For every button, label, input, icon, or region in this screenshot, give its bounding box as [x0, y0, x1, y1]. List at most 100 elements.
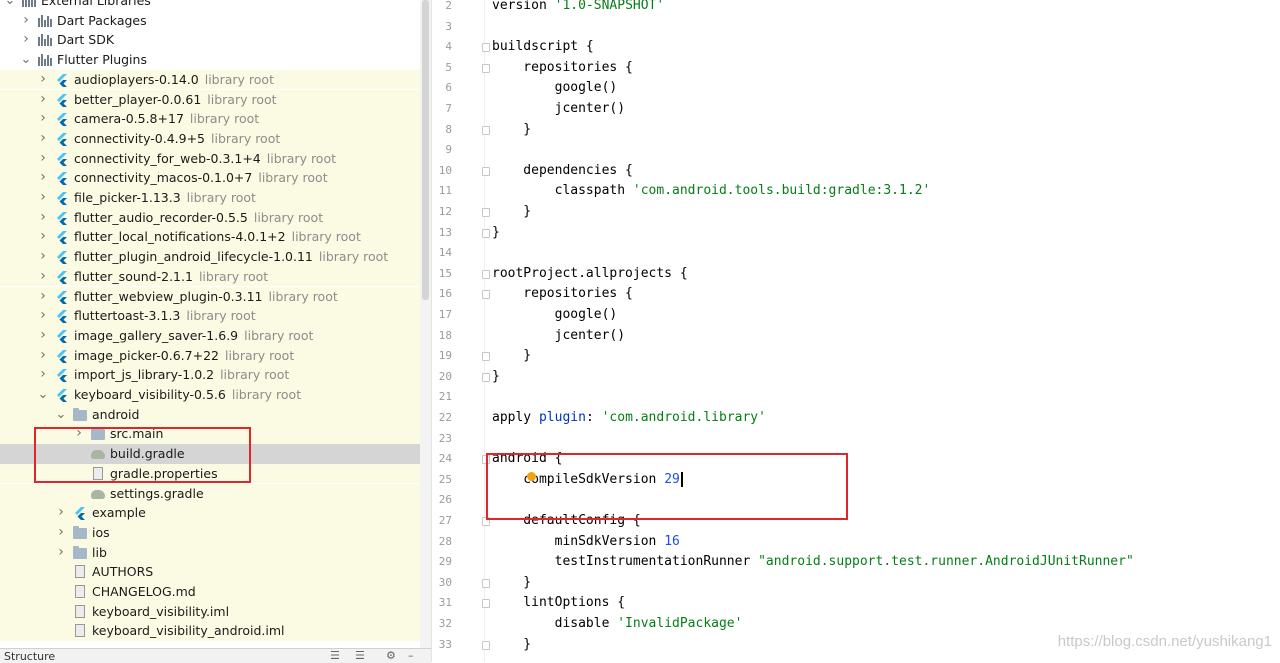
tree-item-external-libraries[interactable]: ⌄ External Libraries	[0, 0, 420, 11]
code-line[interactable]: buildscript {	[492, 37, 594, 58]
chevron-right-icon[interactable]: ›	[37, 346, 49, 366]
tree-item-keyboard-visibility-android-iml[interactable]: keyboard_visibility_android.iml	[0, 621, 420, 642]
structure-label[interactable]: Structure	[4, 650, 55, 663]
code-line[interactable]: }	[492, 202, 531, 223]
minimize-icon[interactable]: –	[408, 649, 414, 662]
plugin-item[interactable]: › audioplayers-0.14.0 library root	[0, 69, 420, 90]
tree-item-flutter-plugins[interactable]: ⌄ Flutter Plugins	[0, 50, 420, 70]
chevron-right-icon[interactable]: ›	[55, 523, 67, 543]
chevron-right-icon[interactable]: ›	[37, 267, 49, 287]
plugin-item[interactable]: › fluttertoast-3.1.3 library root	[0, 306, 420, 326]
code-line[interactable]: google()	[492, 78, 618, 99]
plugin-item[interactable]: › flutter_webview_plugin-0.3.11 library ro…	[0, 286, 420, 307]
fold-marker-icon[interactable]	[482, 43, 490, 53]
tree-item-changelog-md[interactable]: CHANGELOG.md	[0, 582, 420, 602]
fold-marker-icon[interactable]	[482, 599, 490, 609]
tree-item-ios[interactable]: › ios	[0, 522, 420, 543]
code-line[interactable]: testInstrumentationRunner "android.suppo…	[492, 552, 1134, 573]
gear-icon[interactable]: ⚙	[386, 649, 396, 662]
chevron-right-icon[interactable]: ›	[37, 149, 49, 169]
chevron-down-icon[interactable]: ⌄	[55, 405, 67, 425]
chevron-right-icon[interactable]: ›	[55, 543, 67, 563]
sort-icon[interactable]: ☰	[330, 649, 340, 662]
tree-item-keyboard-visibility-iml[interactable]: keyboard_visibility.iml	[0, 601, 420, 622]
plugin-item[interactable]: › flutter_audio_recorder-0.5.5 library roo…	[0, 207, 420, 228]
chevron-right-icon[interactable]: ›	[37, 287, 49, 307]
code-line[interactable]: jcenter()	[492, 326, 625, 347]
chevron-right-icon[interactable]: ›	[37, 188, 49, 208]
chevron-right-icon[interactable]: ›	[55, 503, 67, 523]
chevron-right-icon[interactable]: ›	[37, 208, 49, 228]
filter-icon[interactable]: ☰	[355, 649, 365, 662]
code-line[interactable]: minSdkVersion 16	[492, 532, 680, 553]
tree-item-authors[interactable]: AUTHORS	[0, 562, 420, 582]
plugin-item[interactable]: › camera-0.5.8+17 library root	[0, 109, 420, 129]
chevron-down-icon[interactable]: ⌄	[4, 0, 16, 11]
chevron-right-icon[interactable]: ›	[20, 11, 32, 31]
plugin-item[interactable]: › flutter_sound-2.1.1 library root	[0, 266, 420, 287]
code-line[interactable]: apply plugin: 'com.android.library'	[492, 408, 766, 429]
code-line[interactable]: dependencies {	[492, 161, 633, 182]
plugin-item[interactable]: › better_player-0.0.61 library root	[0, 89, 420, 110]
code-line[interactable]: version '1.0-SNAPSHOT'	[492, 0, 664, 17]
fold-marker-icon[interactable]	[482, 166, 490, 176]
plugin-item[interactable]: › connectivity_macos-0.1.0+7 library root	[0, 168, 420, 188]
plugin-item[interactable]: › flutter_plugin_android_lifecycle-1.0.11…	[0, 247, 420, 267]
chevron-right-icon[interactable]: ›	[37, 109, 49, 129]
fold-marker-icon[interactable]	[482, 269, 490, 279]
chevron-right-icon[interactable]: ›	[37, 306, 49, 326]
chevron-right-icon[interactable]: ›	[37, 227, 49, 247]
chevron-right-icon[interactable]: ›	[37, 70, 49, 90]
chevron-down-icon[interactable]: ⌄	[20, 50, 32, 70]
code-line[interactable]: }	[492, 120, 531, 141]
tree-item-example[interactable]: › example	[0, 503, 420, 523]
fold-marker-icon[interactable]	[482, 208, 490, 217]
plugin-item[interactable]: ⌄ keyboard_visibility-0.5.6 library root	[0, 385, 420, 405]
chevron-down-icon[interactable]: ⌄	[37, 385, 49, 405]
code-line[interactable]: repositories {	[492, 284, 633, 305]
tree-item-dart-sdk[interactable]: › Dart SDK	[0, 30, 420, 50]
code-line[interactable]: }	[492, 367, 500, 388]
chevron-right-icon[interactable]: ›	[37, 129, 49, 149]
code-line[interactable]: google()	[492, 305, 618, 326]
tree-item-android[interactable]: ⌄ android	[0, 404, 420, 425]
chevron-right-icon[interactable]: ›	[37, 168, 49, 188]
plugin-item[interactable]: › image_gallery_saver-1.6.9 library root	[0, 325, 420, 346]
code-line[interactable]: disable 'InvalidPackage'	[492, 614, 743, 635]
chevron-right-icon[interactable]: ›	[37, 326, 49, 346]
chevron-right-icon[interactable]: ›	[20, 30, 32, 50]
code-line[interactable]: }	[492, 346, 531, 367]
plugin-item[interactable]: › image_picker-0.6.7+22 library root	[0, 345, 420, 366]
plugin-item[interactable]: › connectivity_for_web-0.3.1+4 library roo…	[0, 148, 420, 169]
plugin-item[interactable]: › flutter_local_notifications-4.0.1+2 libr…	[0, 227, 420, 248]
code-line[interactable]: lintOptions {	[492, 593, 625, 614]
tree-item-dart-packages[interactable]: › Dart Packages	[0, 11, 420, 31]
chevron-right-icon[interactable]: ›	[37, 365, 49, 385]
plugin-item[interactable]: › connectivity-0.4.9+5 library root	[0, 128, 420, 149]
chevron-right-icon[interactable]: ›	[37, 247, 49, 267]
code-line[interactable]: rootProject.allprojects {	[492, 264, 688, 285]
code-line[interactable]: }	[492, 635, 531, 656]
code-line[interactable]: }	[492, 573, 531, 594]
chevron-right-icon[interactable]: ›	[37, 90, 49, 110]
scrollbar-thumb[interactable]	[422, 0, 429, 300]
structure-tool-window-bar[interactable]: Structure ☰ ☰ ⚙ –	[0, 648, 431, 663]
fold-marker-icon[interactable]	[482, 63, 490, 73]
code-line[interactable]: jcenter()	[492, 99, 625, 120]
plugin-item[interactable]: › file_picker-1.13.3 library root	[0, 188, 420, 208]
fold-marker-icon[interactable]	[482, 228, 490, 238]
code-line[interactable]: }	[492, 223, 500, 244]
plugin-item[interactable]: › import_js_library-1.0.2 library root	[0, 365, 420, 385]
fold-marker-icon[interactable]	[482, 290, 490, 300]
code-line[interactable]: classpath 'com.android.tools.build:gradl…	[492, 181, 931, 202]
code-line[interactable]: repositories {	[492, 58, 633, 79]
tree-item-lib[interactable]: › lib	[0, 542, 420, 563]
fold-marker-icon[interactable]	[482, 640, 490, 650]
fold-marker-icon[interactable]	[482, 372, 490, 382]
fold-marker-icon[interactable]	[482, 125, 490, 135]
fold-marker-icon[interactable]	[482, 352, 490, 362]
fold-marker-icon[interactable]	[482, 578, 490, 588]
code-editor[interactable]: 2 3 4 5 6 7 8 9 10 11 12 13 14 15 16 17 18 19 20 21 22 23 24 25…	[432, 0, 1280, 662]
project-tree-scrollbar[interactable]	[420, 0, 432, 662]
tree-item-settings-gradle[interactable]: settings.gradle	[0, 483, 420, 504]
